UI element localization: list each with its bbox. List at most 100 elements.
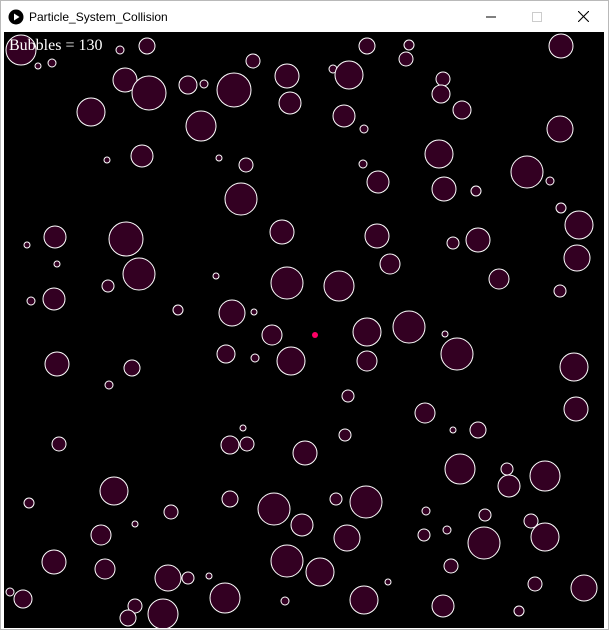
bubble — [440, 337, 474, 371]
bubble — [332, 104, 356, 128]
cursor-dot — [312, 332, 318, 338]
bubble — [488, 268, 510, 290]
close-button[interactable] — [560, 1, 606, 32]
bubble — [329, 492, 343, 506]
bubble — [172, 304, 184, 316]
bubble — [570, 574, 598, 602]
bubble — [513, 605, 525, 617]
bubble — [424, 139, 454, 169]
maximize-button[interactable] — [514, 1, 560, 32]
bubble — [349, 485, 383, 519]
bubble — [349, 585, 379, 615]
bubble — [431, 176, 457, 202]
bubble — [41, 549, 67, 575]
bubble — [76, 97, 106, 127]
bubble — [292, 440, 318, 466]
bubble — [131, 520, 139, 528]
bubble — [441, 330, 449, 338]
bubble — [414, 402, 436, 424]
bubble — [290, 513, 314, 537]
bubble — [500, 462, 514, 476]
bubble — [546, 115, 574, 143]
bubble — [43, 225, 67, 249]
bubble — [334, 60, 364, 90]
bubble — [465, 227, 491, 253]
bubble — [548, 33, 574, 59]
bubble — [452, 100, 472, 120]
bubble — [358, 159, 368, 169]
bubble — [154, 564, 182, 592]
bubble — [23, 497, 35, 509]
bubble — [467, 526, 501, 560]
bubble — [398, 51, 414, 67]
bubble — [280, 596, 290, 606]
bubble — [545, 176, 555, 186]
play-icon — [8, 9, 24, 25]
bubble — [23, 241, 31, 249]
bubble — [115, 45, 125, 55]
bubble — [510, 155, 544, 189]
bubble — [364, 223, 390, 249]
bubble — [359, 124, 369, 134]
bubble — [559, 352, 589, 382]
bubble-scene — [5, 33, 598, 628]
bubble — [238, 157, 254, 173]
bubble — [90, 524, 112, 546]
bubble — [469, 421, 487, 439]
bubble — [245, 53, 261, 69]
bubble — [341, 389, 355, 403]
bubble — [42, 287, 66, 311]
bubble — [564, 210, 594, 240]
bubble — [209, 582, 241, 614]
bubble — [123, 359, 141, 377]
bubble — [26, 296, 36, 306]
bubble — [497, 474, 521, 498]
bubble — [44, 351, 70, 377]
sketch-canvas[interactable]: Bubbles = 130 — [4, 32, 604, 628]
bubble — [212, 272, 220, 280]
bubble — [555, 202, 567, 214]
bubble — [358, 37, 376, 55]
bubble — [431, 594, 455, 618]
bubble — [563, 244, 591, 272]
bubble — [563, 396, 589, 422]
bubble — [305, 557, 335, 587]
bubble — [101, 279, 115, 293]
bubble — [478, 508, 492, 522]
bubble — [338, 428, 352, 442]
bubble — [216, 72, 252, 108]
bubble — [13, 589, 33, 609]
bubble — [261, 324, 283, 346]
bubble — [224, 182, 258, 216]
bubble — [163, 504, 179, 520]
bubble — [257, 492, 291, 526]
title-bar[interactable]: Particle_System_Collision — [1, 1, 608, 32]
bubble — [178, 75, 198, 95]
bubble — [239, 436, 255, 452]
bubble — [122, 257, 156, 291]
bubble — [199, 79, 209, 89]
bubble — [138, 37, 156, 55]
bubble — [442, 525, 452, 535]
bubble — [379, 253, 401, 275]
bubble — [94, 558, 116, 580]
bubble — [431, 84, 451, 104]
bubble — [51, 436, 67, 452]
minimize-button[interactable] — [468, 1, 514, 32]
bubble — [270, 266, 304, 300]
app-window: Particle_System_Collision Bubbles = 130 — [0, 0, 609, 630]
bubble — [444, 453, 476, 485]
bubble — [529, 460, 561, 492]
bubble — [130, 144, 154, 168]
bubble — [104, 380, 114, 390]
bubble — [446, 236, 460, 250]
window-title: Particle_System_Collision — [29, 10, 168, 24]
bubble — [527, 576, 543, 592]
bubble — [269, 219, 295, 245]
bubble — [435, 71, 451, 87]
bubble — [5, 587, 15, 597]
maximize-icon — [532, 11, 542, 22]
bubble — [470, 185, 482, 197]
bubble — [239, 424, 247, 432]
bubble — [276, 346, 306, 376]
